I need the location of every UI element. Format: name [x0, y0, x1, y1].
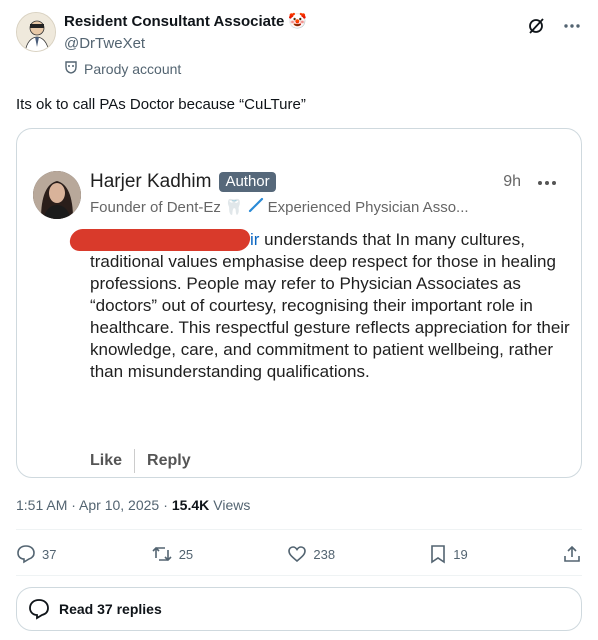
headline-start: Founder of Dent-Ez — [90, 198, 221, 216]
bookmark-count: 19 — [453, 546, 468, 562]
quote-time: 9h — [503, 173, 521, 190]
quote-actions: Like Reply — [90, 449, 191, 473]
reply-button[interactable]: 37 — [16, 544, 56, 564]
share-icon — [564, 545, 580, 562]
divider — [134, 449, 136, 473]
tooth-icon: 🦷 — [224, 199, 244, 216]
quote-name-row: Harjer Kadhim Author — [90, 171, 276, 193]
read-replies-label: Read 37 replies — [59, 601, 162, 617]
quote-body-text: understands that In many cultures, tradi… — [90, 230, 570, 381]
author-block: Resident Consultant Associate 🤡 @DrTweXe… — [64, 12, 307, 78]
repost-count: 25 — [178, 546, 194, 562]
display-name[interactable]: Resident Consultant Associate 🤡 — [64, 12, 307, 32]
bookmark-button[interactable]: 19 — [429, 544, 468, 564]
embedded-image[interactable]: Harjer Kadhim Author 9h Founder of Dent-… — [16, 128, 582, 478]
quote-body: ir understands that In many cultures, tr… — [68, 229, 570, 383]
parody-text: Parody account — [84, 61, 182, 77]
timestamp[interactable]: 1:51 AM · Apr 10, 2025 — [16, 497, 159, 513]
repost-button[interactable]: 25 — [151, 544, 193, 564]
share-button[interactable] — [562, 544, 582, 564]
quote-author-name: Harjer Kadhim — [90, 171, 212, 192]
read-replies-button[interactable]: Read 37 replies — [16, 587, 582, 631]
views-label: Views — [213, 497, 251, 513]
like-button[interactable]: 238 — [287, 544, 335, 564]
top-icons — [526, 16, 582, 36]
heart-icon — [288, 546, 307, 563]
parody-label: Parody account — [64, 60, 307, 78]
reply-icon — [17, 545, 35, 564]
headline-end: Experienced Physician Asso... — [267, 198, 469, 216]
avatar[interactable] — [16, 12, 56, 52]
quote-like-label: Like — [90, 452, 123, 469]
like-count: 238 — [313, 546, 336, 562]
reply-bubble-icon — [29, 599, 49, 620]
divider — [16, 529, 582, 530]
redaction-mark — [68, 229, 252, 251]
quote-more-icon — [537, 173, 557, 191]
more-options-icon[interactable] — [562, 16, 582, 36]
display-name-text[interactable]: Resident Consultant Associate — [64, 12, 284, 32]
handle[interactable]: @DrTweXet — [64, 34, 307, 54]
bookmark-icon — [431, 545, 446, 564]
mask-icon — [64, 60, 78, 78]
quote-avatar — [33, 171, 81, 219]
quote-reply-label: Reply — [147, 452, 191, 469]
grok-icon[interactable] — [526, 16, 546, 36]
author-badge: Author — [219, 172, 276, 192]
repost-icon — [152, 546, 172, 562]
divider — [16, 575, 582, 576]
views-count: 15.4K — [171, 497, 210, 513]
post-meta: 1:51 AM · Apr 10, 2025 · 15.4K Views — [16, 497, 250, 513]
post-header: Resident Consultant Associate 🤡 @DrTweXe… — [16, 12, 582, 82]
clown-emoji-icon: 🤡 — [288, 13, 308, 30]
reply-count: 37 — [42, 546, 57, 562]
action-bar: 37 25 238 19 — [16, 541, 582, 567]
quote-headline: Founder of Dent-Ez 🦷 Experienced Physici… — [90, 197, 469, 217]
post-text: Its ok to call PAs Doctor because “CuLTu… — [16, 96, 306, 113]
syringe-icon — [248, 197, 264, 217]
meta-separator: · — [163, 497, 168, 513]
